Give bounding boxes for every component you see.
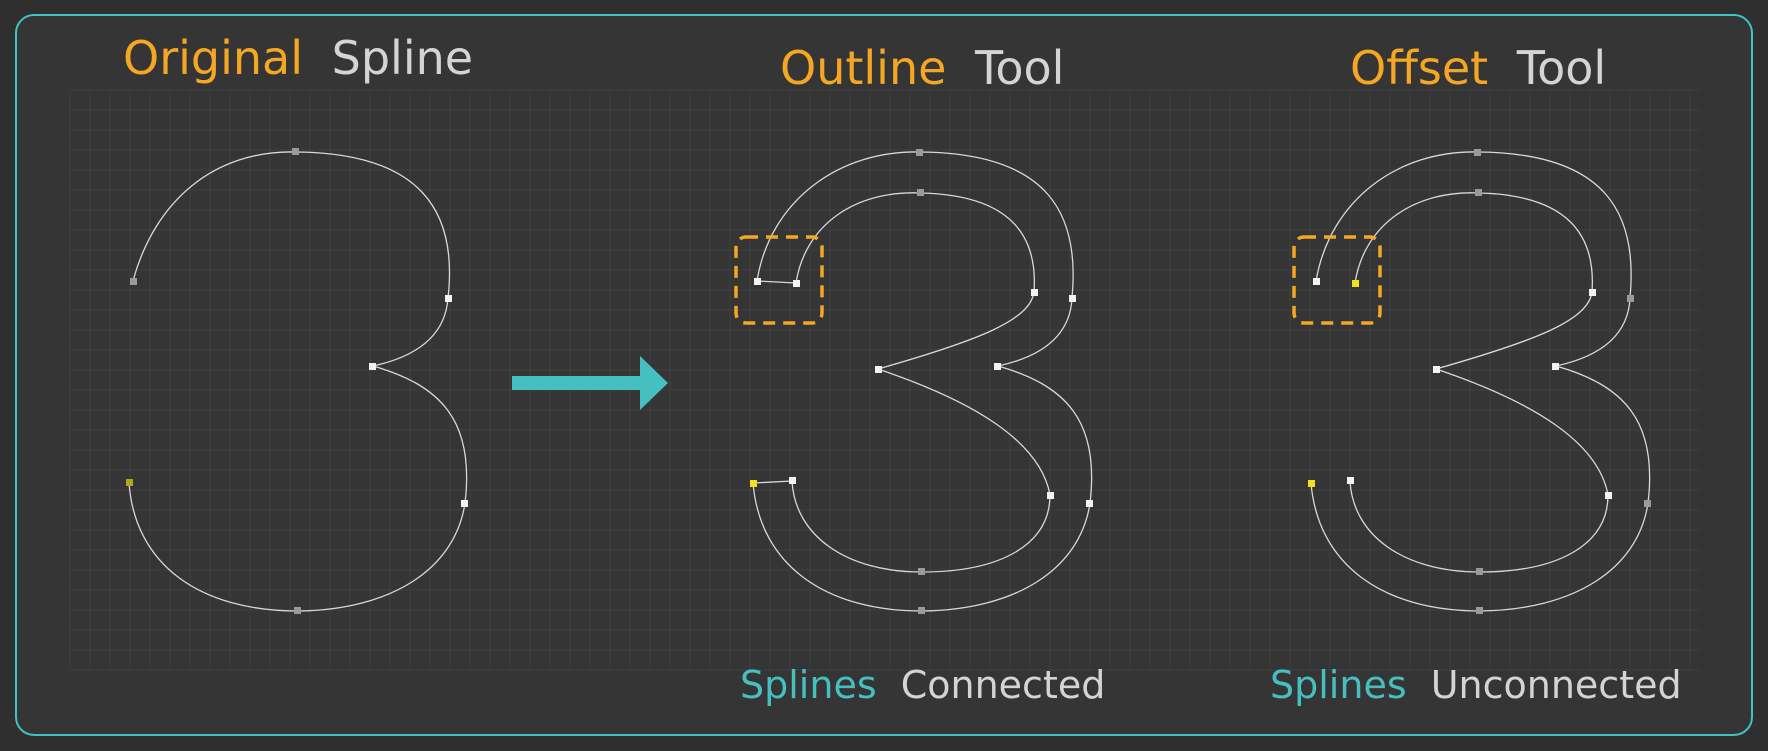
diagram-frame — [15, 14, 1753, 736]
spline-point — [1552, 363, 1559, 370]
spline-point — [1475, 189, 1482, 196]
caption-offset-tool: Splines Unconnected — [1270, 663, 1682, 707]
caption-rest: Connected — [901, 663, 1106, 707]
spline-point — [445, 295, 452, 302]
spline-point — [369, 363, 376, 370]
title-offset-tool: Offset Tool — [1350, 41, 1606, 95]
spline-point — [1605, 492, 1612, 499]
spline-point — [754, 278, 761, 285]
spline-point — [1474, 149, 1481, 156]
title-rest: Tool — [974, 41, 1064, 95]
spline-point — [1031, 289, 1038, 296]
spline-point — [1047, 492, 1054, 499]
spline-point — [1476, 568, 1483, 575]
title-accent: Original — [123, 31, 303, 85]
spline-point — [294, 607, 301, 614]
spline-point — [1476, 607, 1483, 614]
spline-start-point — [750, 480, 757, 487]
caption-rest: Unconnected — [1431, 663, 1682, 707]
title-original-spline: Original Spline — [123, 31, 473, 85]
spline-point — [1313, 278, 1320, 285]
spline-point — [793, 280, 800, 287]
spline-point — [918, 607, 925, 614]
spline-start-point — [126, 479, 133, 486]
spline-tools-diagram: Original Spline Outline Tool Offset Tool — [15, 14, 1753, 736]
caption-accent: Splines — [740, 663, 877, 707]
spline-point — [292, 148, 299, 155]
caption-accent: Splines — [1270, 663, 1407, 707]
caption-outline-tool: Splines Connected — [740, 663, 1105, 707]
spline-point — [789, 477, 796, 484]
spline-point — [1433, 366, 1440, 373]
title-outline-tool: Outline Tool — [780, 41, 1064, 95]
spline-point — [1069, 295, 1076, 302]
spline-point — [918, 568, 925, 575]
spline-point — [1627, 295, 1634, 302]
title-rest: Tool — [1516, 41, 1606, 95]
spline-point — [875, 366, 882, 373]
title-rest: Spline — [332, 31, 473, 85]
spline-point — [994, 363, 1001, 370]
title-accent: Outline — [780, 41, 946, 95]
spline-point — [1589, 289, 1596, 296]
title-accent: Offset — [1350, 41, 1488, 95]
spline-point — [1644, 500, 1651, 507]
spline-start-point — [1308, 480, 1315, 487]
spline-start-point — [1352, 280, 1359, 287]
spline-point — [461, 500, 468, 507]
spline-point — [1347, 477, 1354, 484]
spline-point — [916, 149, 923, 156]
spline-point — [917, 189, 924, 196]
spline-point — [130, 278, 137, 285]
spline-point — [1086, 500, 1093, 507]
